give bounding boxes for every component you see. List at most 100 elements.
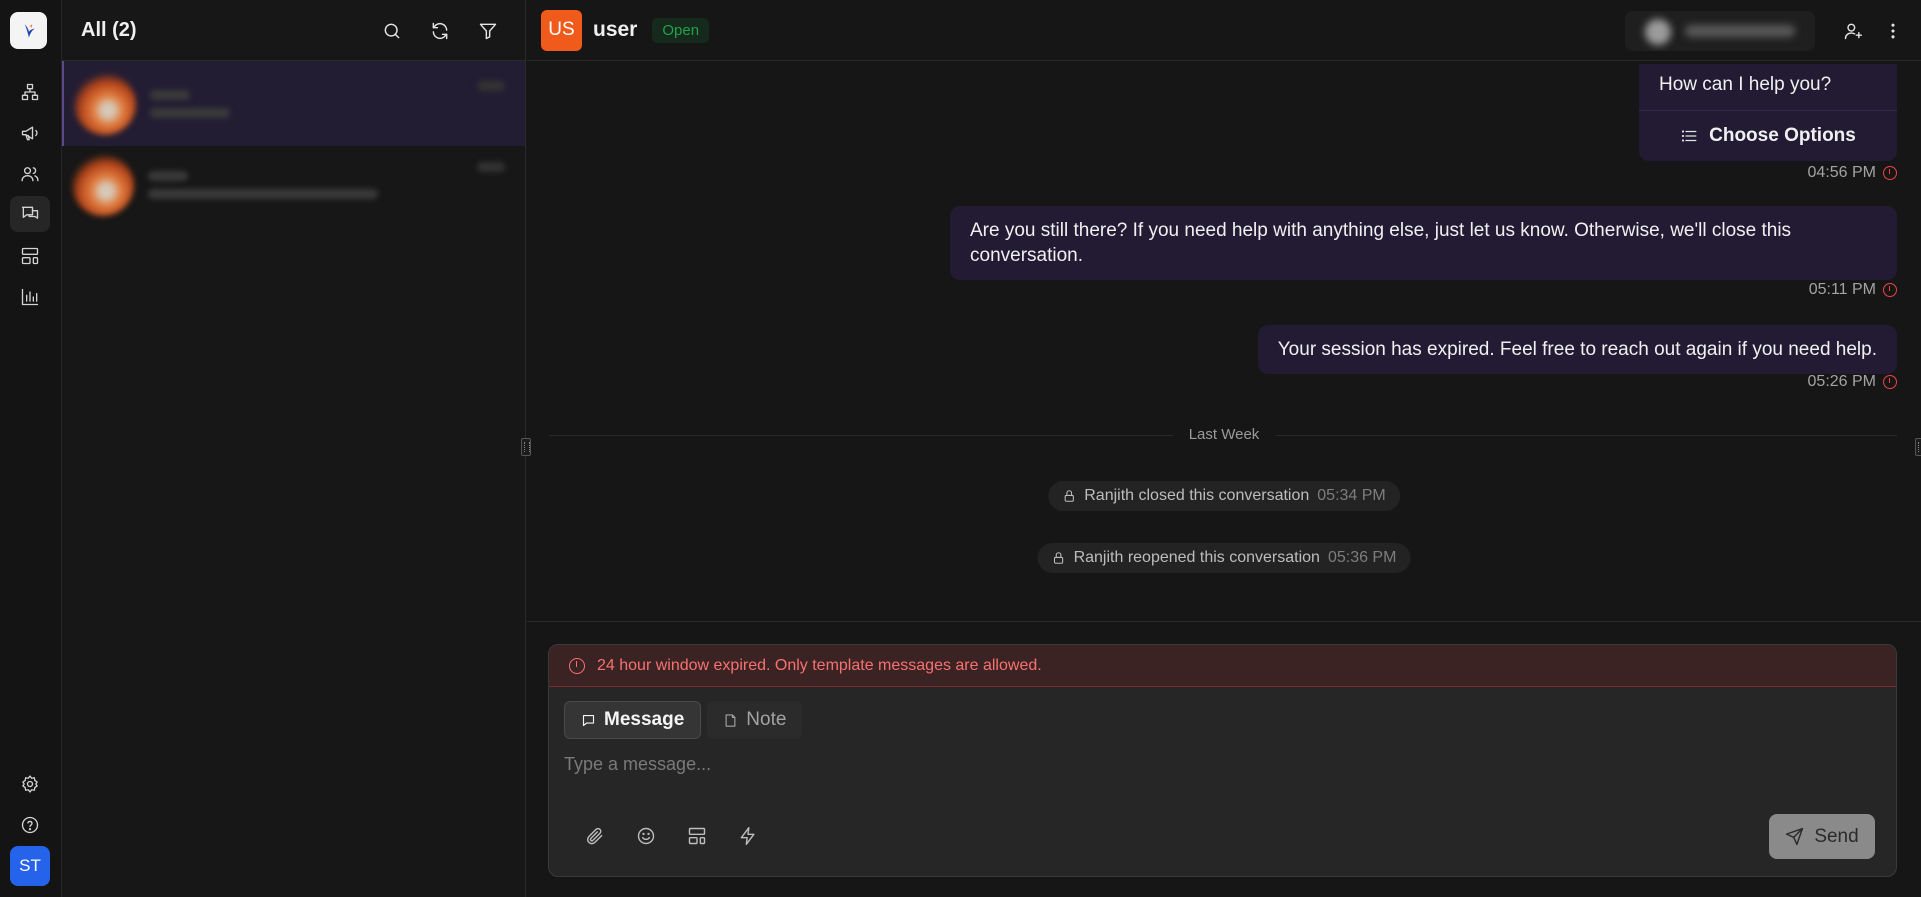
composer-area: 24 hour window expired. Only template me… [527, 621, 1921, 897]
paperclip-icon [586, 827, 603, 845]
message-text: Are you still there? If you need help wi… [970, 220, 1792, 266]
window-expired-alert: 24 hour window expired. Only template me… [549, 645, 1896, 687]
filter-icon [479, 23, 497, 40]
alert-text: 24 hour window expired. Only template me… [597, 656, 1042, 674]
emoji-button[interactable] [630, 820, 662, 852]
message-timestamp: 04:56 PM [1808, 164, 1897, 182]
refresh-button[interactable] [423, 14, 457, 48]
left-resize-handle[interactable] [521, 438, 531, 456]
message-square-icon [582, 714, 595, 726]
choose-options-button[interactable]: Choose Options [1639, 111, 1897, 161]
conversation-time-redacted [477, 162, 505, 172]
search-icon [384, 23, 400, 39]
lock-icon [1064, 490, 1074, 502]
filter-button[interactable] [471, 14, 505, 48]
tab-label: Message [604, 709, 685, 730]
send-button[interactable]: Send [1769, 814, 1875, 859]
app-logo[interactable] [10, 12, 47, 49]
send-label: Send [1814, 825, 1859, 847]
nav-templates[interactable] [10, 238, 50, 274]
sitemap-icon [21, 83, 39, 101]
assign-user-button[interactable] [1833, 11, 1873, 51]
tab-note[interactable]: Note [707, 701, 803, 739]
conversation-time-redacted [477, 81, 505, 91]
more-options-button[interactable] [1873, 11, 1913, 51]
event-time: 05:36 PM [1327, 549, 1397, 566]
contact-avatar [72, 153, 134, 216]
contact-avatar [74, 72, 136, 135]
date-divider-label: Last Week [1172, 426, 1276, 443]
message-text: Your session has expired. Feel free to r… [1277, 339, 1877, 360]
nav-contacts[interactable] [10, 156, 50, 192]
send-icon [1786, 827, 1804, 846]
conversation-item[interactable] [62, 142, 525, 227]
conversation-item[interactable] [62, 61, 525, 146]
timestamp-text: 05:11 PM [1808, 281, 1876, 298]
attach-button[interactable] [579, 820, 611, 852]
chat-panel: US user Open How can I help you? Choose … [521, 0, 1921, 897]
list-title: All (2) [81, 18, 137, 41]
failed-alert-icon[interactable] [1883, 166, 1897, 180]
users-icon [21, 167, 39, 182]
message-composer: 24 hour window expired. Only template me… [548, 644, 1897, 877]
nav-campaigns[interactable] [10, 115, 50, 151]
chat-bubbles-icon [21, 206, 39, 219]
list-icon [1682, 130, 1697, 142]
contact-avatar: US [541, 9, 582, 51]
more-vertical-icon [1891, 23, 1895, 38]
event-text: Ranjith reopened this conversation [1073, 549, 1320, 566]
event-time: 05:34 PM [1317, 487, 1386, 504]
timestamp-text: 04:56 PM [1807, 164, 1876, 181]
conversation-preview-redacted [150, 82, 230, 126]
layout-template-icon [688, 827, 706, 845]
conversation-list-panel: All (2) [62, 0, 526, 897]
message-timestamp: 05:11 PM [1809, 281, 1897, 299]
assigned-agent-redacted[interactable] [1625, 10, 1815, 51]
message-input[interactable] [564, 749, 1764, 779]
outgoing-message: Your session has expired. Feel free to r… [1257, 325, 1897, 374]
alert-circle-icon [569, 657, 585, 674]
nav-inbox[interactable] [10, 196, 50, 232]
message-timestamp: 05:26 PM [1808, 373, 1897, 391]
failed-alert-icon[interactable] [1883, 375, 1897, 389]
system-event: Ranjith reopened this conversation 05:36… [1037, 543, 1411, 573]
nav-analytics[interactable] [10, 279, 50, 315]
bird-logo-icon [24, 23, 35, 38]
failed-alert-icon[interactable] [1883, 283, 1897, 297]
nav-rail: ST [0, 0, 62, 897]
interactive-message-card: How can I help you? Choose Options [1639, 64, 1897, 161]
tab-label: Note [746, 709, 787, 730]
smile-icon [637, 827, 655, 845]
chat-header: US user Open [527, 0, 1921, 61]
layout-template-icon [21, 247, 39, 265]
megaphone-icon [21, 126, 38, 141]
help-circle-icon [21, 816, 39, 834]
nav-settings[interactable] [10, 766, 50, 802]
quick-reply-button[interactable] [732, 820, 764, 852]
template-button[interactable] [681, 820, 713, 852]
card-body-text: How can I help you? [1639, 64, 1897, 111]
contact-name: user [593, 18, 638, 41]
nav-help[interactable] [10, 807, 50, 843]
note-icon [725, 713, 736, 727]
choose-options-label: Choose Options [1709, 125, 1856, 146]
system-event: Ranjith closed this conversation 05:34 P… [1048, 481, 1400, 511]
message-thread: How can I help you? Choose Options 04:56… [527, 61, 1921, 621]
bar-chart-icon [21, 288, 39, 306]
user-avatar[interactable]: ST [10, 846, 50, 886]
right-resize-handle[interactable] [1915, 438, 1921, 456]
conversation-preview-redacted [148, 163, 378, 207]
lightning-icon [740, 826, 755, 846]
timestamp-text: 05:26 PM [1807, 373, 1876, 390]
tab-message[interactable]: Message [564, 701, 702, 739]
conversation-list-header: All (2) [62, 0, 525, 61]
nav-workflows[interactable] [10, 74, 50, 110]
outgoing-message: Are you still there? If you need help wi… [950, 206, 1897, 280]
status-badge[interactable]: Open [652, 17, 710, 43]
search-button[interactable] [375, 14, 409, 48]
lock-icon [1053, 552, 1064, 564]
user-plus-icon [1844, 23, 1863, 39]
gear-icon [22, 775, 38, 793]
composer-toolbar [579, 820, 764, 852]
refresh-icon [432, 22, 448, 40]
